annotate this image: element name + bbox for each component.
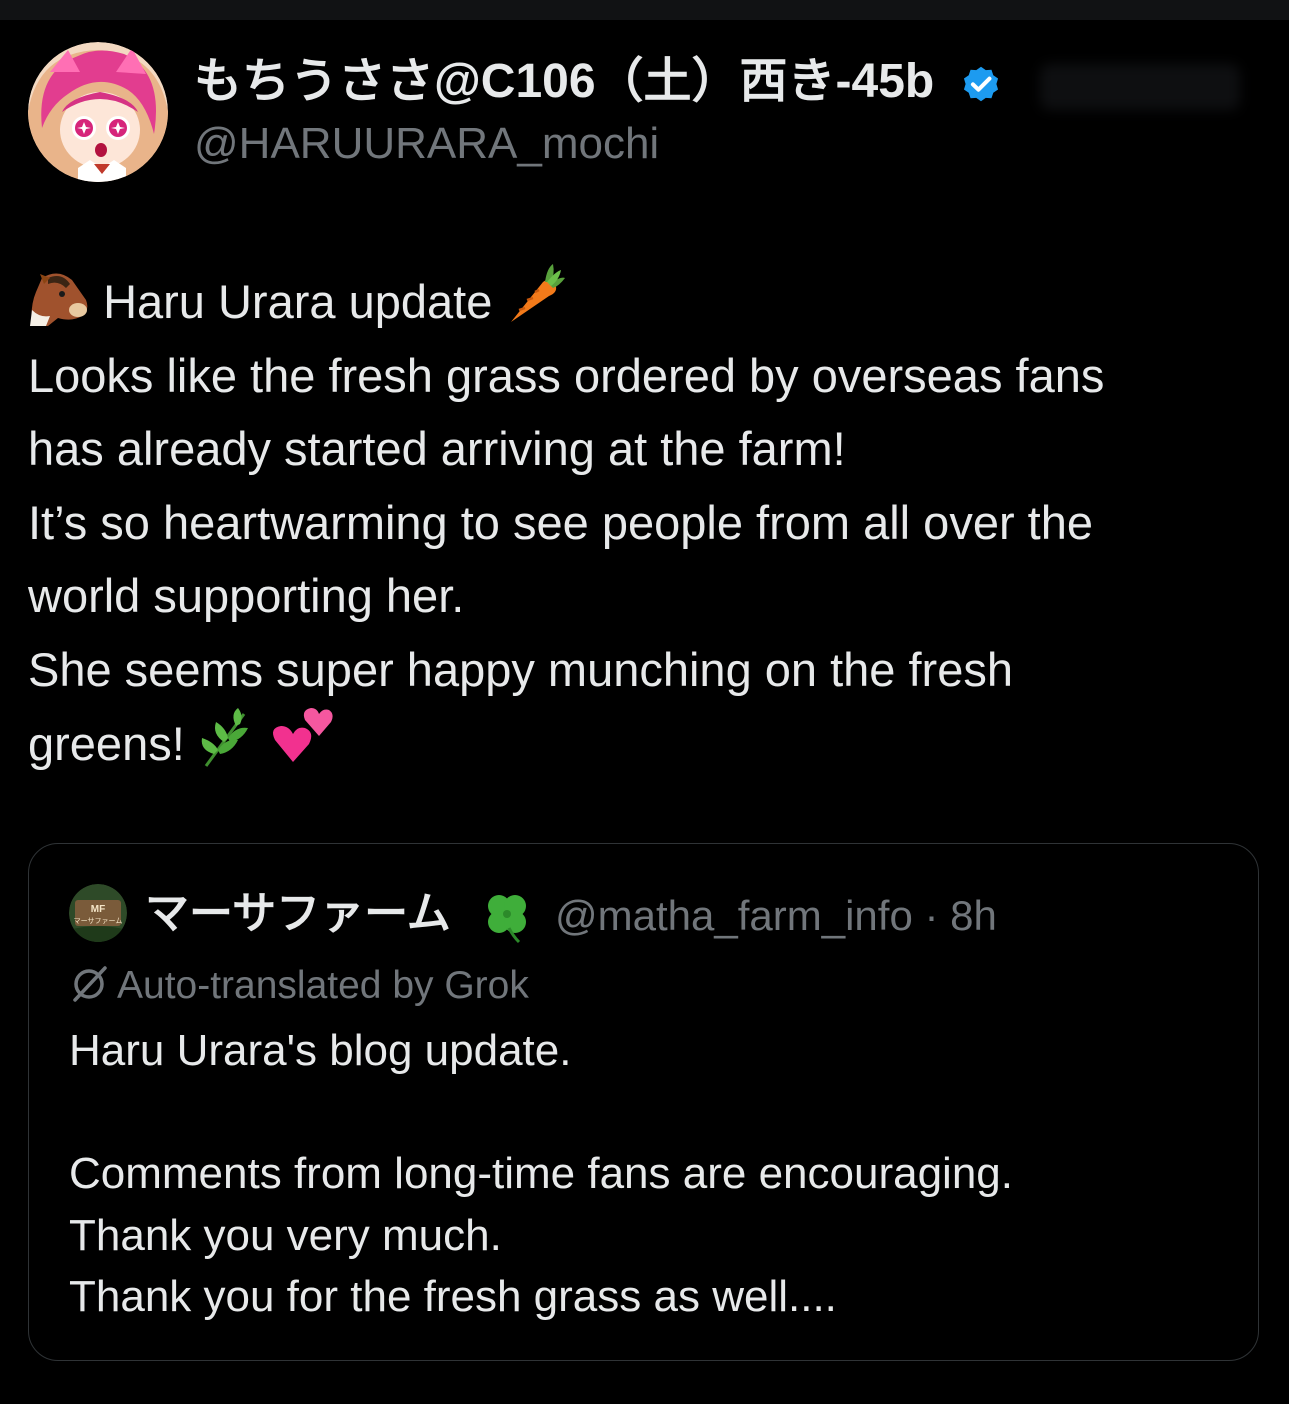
quoted-handle[interactable]: @matha_farm_info bbox=[555, 892, 913, 939]
quoted-author-avatar[interactable]: MF マーサファーム bbox=[69, 884, 127, 942]
post-line-3: has already started arriving at the farm… bbox=[28, 422, 846, 475]
post-title-text: Haru Urara update bbox=[103, 275, 493, 328]
anime-avatar-pink-hair-icon bbox=[28, 42, 168, 182]
post-text: Haru Urara update Looks like the fresh g… bbox=[28, 262, 1268, 781]
svg-text:MF: MF bbox=[91, 904, 105, 915]
two-hearts-icon bbox=[272, 708, 333, 762]
post-line-5: world supporting her. bbox=[28, 569, 465, 622]
top-status-strip bbox=[0, 0, 1289, 20]
author-display-name[interactable]: もちうささ@C106（土）西き-45b bbox=[194, 54, 934, 110]
quoted-timestamp[interactable]: 8h bbox=[950, 892, 997, 939]
meta-separator: · bbox=[924, 892, 939, 939]
verified-badge-icon bbox=[963, 66, 999, 102]
grok-icon bbox=[73, 966, 107, 1002]
quoted-post-text: Haru Urara's blog update. Comments from … bbox=[69, 1020, 1219, 1328]
quoted-line-1: Haru Urara's blog update. bbox=[69, 1026, 572, 1075]
post-line-1: Haru Urara update bbox=[28, 262, 1268, 339]
four-leaf-clover-icon bbox=[488, 895, 526, 944]
farm-logo-text: マーサファーム bbox=[74, 917, 123, 925]
quoted-meta: @matha_farm_info · 8h bbox=[555, 890, 997, 942]
quoted-post-card[interactable]: MF マーサファーム マーサファーム @matha_farm_info · 8h… bbox=[28, 843, 1259, 1361]
farm-logo-avatar-icon: MF マーサファーム bbox=[69, 884, 127, 942]
translation-note: Auto-translated by Grok bbox=[69, 962, 529, 1010]
quoted-line-5: Thank you for the fresh grass as well...… bbox=[69, 1272, 837, 1321]
post-line-7: greens! bbox=[28, 706, 1268, 781]
quoted-line-2 bbox=[69, 1082, 1219, 1144]
translation-note-text: Auto-translated by Grok bbox=[117, 964, 529, 1007]
quoted-line-4: Thank you very much. bbox=[69, 1210, 502, 1260]
post-line-6: She seems super happy munching on the fr… bbox=[28, 642, 1013, 696]
carrot-icon bbox=[511, 264, 566, 322]
blurred-follow-button[interactable] bbox=[1040, 64, 1240, 110]
post-last-line-text: greens! bbox=[28, 717, 185, 770]
herb-icon bbox=[201, 708, 248, 767]
post-header: もちうささ@C106（土）西き-45b @HARUURARA_mochi bbox=[28, 42, 1261, 184]
author-avatar[interactable] bbox=[28, 42, 168, 182]
post-line-2: Looks like the fresh grass ordered by ov… bbox=[28, 348, 1105, 402]
quoted-display-name[interactable]: マーサファーム bbox=[145, 888, 451, 940]
post-line-4: It’s so heartwarming to see people from … bbox=[28, 495, 1094, 549]
author-handle[interactable]: @HARUURARA_mochi bbox=[194, 118, 659, 170]
quoted-line-3: Comments from long-time fans are encoura… bbox=[69, 1149, 1013, 1198]
horse-face-icon bbox=[30, 273, 88, 326]
